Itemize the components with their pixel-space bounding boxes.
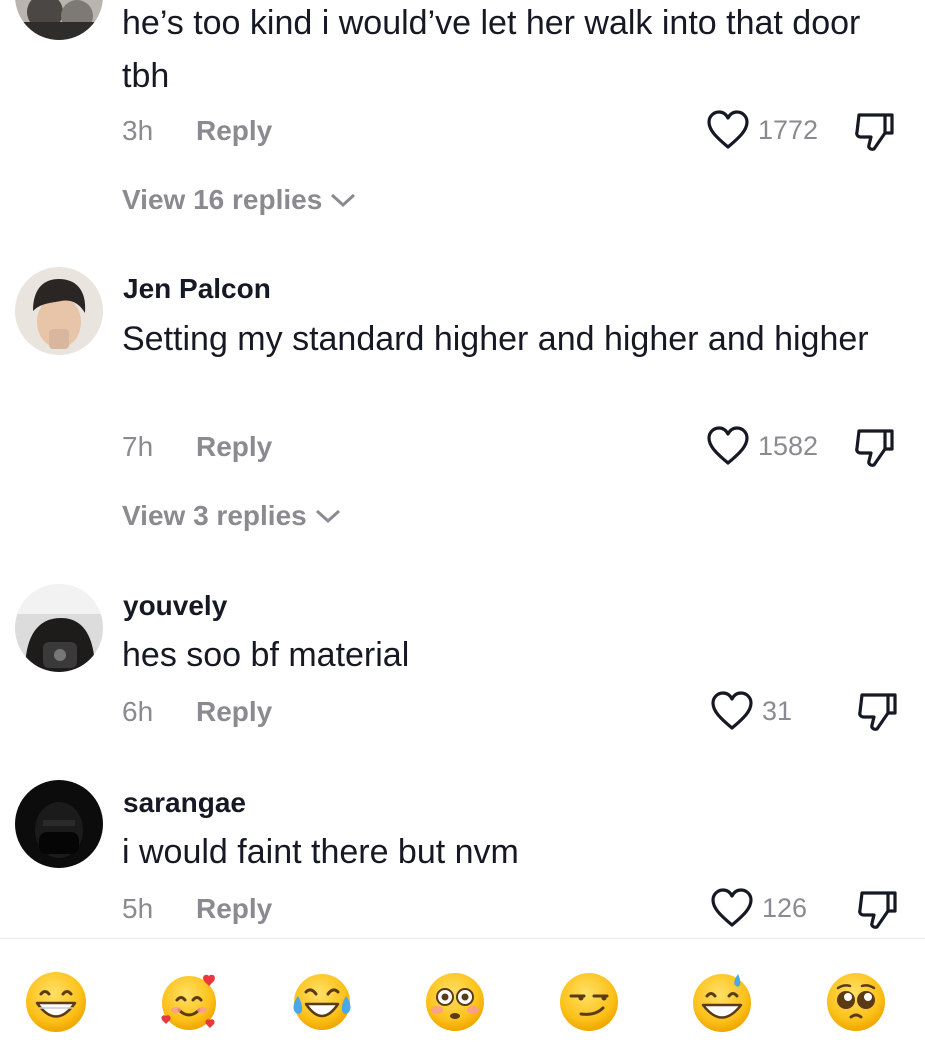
comment-meta: 5h Reply [122,893,272,925]
heart-icon [711,888,753,927]
comment-text: he’s too kind i would’ve let her walk in… [122,4,861,95]
smiling-face-with-hearts-emoji[interactable] [157,970,221,1034]
comment-text: i would faint there but nvm [122,833,519,871]
like-count: 126 [762,892,808,923]
like-button[interactable]: 126 [710,888,808,927]
comment-time: 6h [122,696,154,727]
view-replies-button[interactable]: View 16 replies [122,184,356,216]
like-count: 31 [762,695,793,726]
grinning-face-emoji[interactable] [24,970,88,1034]
dislike-button[interactable] [855,690,899,739]
comment-text: Setting my standard higher and higher an… [122,320,869,358]
username[interactable]: sarangae [123,787,246,819]
smirking-face-emoji[interactable] [557,970,621,1034]
thumbs-down-icon [855,113,894,151]
view-replies-button[interactable]: View 3 replies [122,500,341,532]
comment-text: hes soo bf material [122,636,410,674]
reply-button[interactable]: Reply [196,431,272,462]
dislike-button[interactable] [852,426,896,475]
comment-meta: 3h Reply [122,115,272,147]
comment-time: 5h [122,893,154,924]
heart-icon [707,110,749,149]
comment-meta: 6h Reply [122,696,272,728]
reply-button[interactable]: Reply [196,115,272,146]
like-button[interactable]: 31 [710,691,793,730]
grinning-face-with-sweat-emoji[interactable] [690,970,754,1034]
emoji-bar [0,960,925,1042]
pleading-face-emoji[interactable] [824,970,888,1034]
comment-time: 3h [122,115,154,146]
avatar[interactable] [15,584,103,672]
like-button[interactable]: 1772 [706,110,819,149]
avatar[interactable] [15,267,103,355]
flushed-face-emoji[interactable] [423,970,487,1034]
like-button[interactable]: 1582 [706,426,819,465]
thumbs-down-icon [858,891,897,929]
thumbs-down-icon [858,693,897,731]
like-count: 1772 [758,114,819,145]
chevron-down-icon [315,509,340,524]
heart-icon [711,691,753,730]
avatar[interactable] [15,0,103,40]
reply-button[interactable]: Reply [196,696,272,727]
username[interactable]: youvely [123,590,227,622]
divider [0,938,925,939]
dislike-button[interactable] [855,888,899,937]
avatar[interactable] [15,780,103,868]
like-count: 1582 [758,430,819,461]
comment-time: 7h [122,431,154,462]
face-with-tears-of-joy-emoji[interactable] [290,970,354,1034]
comment-meta: 7h Reply [122,431,272,463]
chevron-down-icon [331,193,356,208]
username[interactable]: Jen Palcon [123,273,271,305]
reply-button[interactable]: Reply [196,893,272,924]
dislike-button[interactable] [852,110,896,159]
thumbs-down-icon [855,429,894,467]
heart-icon [707,426,749,465]
